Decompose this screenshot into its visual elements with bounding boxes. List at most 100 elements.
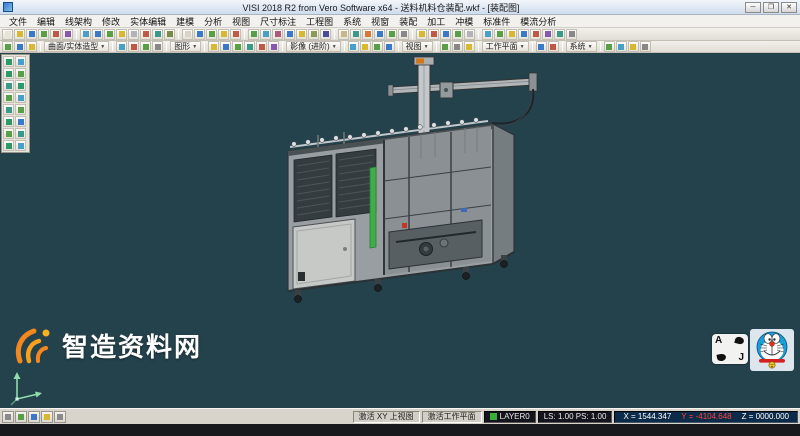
tool-icon[interactable] [308, 29, 319, 40]
tool-icon[interactable] [348, 41, 359, 52]
tool-icon[interactable] [320, 29, 331, 40]
tool-icon[interactable] [428, 29, 439, 40]
tool-icon[interactable] [182, 29, 193, 40]
side-tool-icon[interactable] [3, 56, 14, 67]
tool-icon[interactable] [80, 29, 91, 40]
tool-icon[interactable] [62, 29, 73, 40]
tool-icon[interactable] [518, 29, 529, 40]
tool-icon[interactable] [116, 29, 127, 40]
tool-icon[interactable] [152, 41, 163, 52]
tool-icon[interactable] [26, 29, 37, 40]
tool-icon[interactable] [140, 41, 151, 52]
menu-item-15[interactable]: 冲模 [450, 15, 478, 28]
tool-icon[interactable] [542, 29, 553, 40]
tool-icon[interactable] [152, 29, 163, 40]
menu-item-11[interactable]: 系统 [338, 15, 366, 28]
tool-icon[interactable] [194, 29, 205, 40]
tool-icon[interactable] [128, 41, 139, 52]
tool-icon[interactable] [372, 41, 383, 52]
status-icon[interactable] [41, 411, 53, 423]
side-tool-icon[interactable] [15, 68, 26, 79]
status-icon[interactable] [28, 411, 40, 423]
tool-icon[interactable] [554, 29, 565, 40]
tool-icon[interactable] [506, 29, 517, 40]
tool-icon[interactable] [482, 29, 493, 40]
cad-model-3d[interactable] [278, 56, 548, 306]
tool-icon[interactable] [548, 41, 559, 52]
tool-icon[interactable] [92, 29, 103, 40]
menu-item-4[interactable]: 修改 [97, 15, 125, 28]
tool-icon[interactable] [2, 29, 13, 40]
tool-icon[interactable] [116, 41, 127, 52]
side-tool-icon[interactable] [15, 56, 26, 67]
menu-item-9[interactable]: 尺寸标注 [255, 15, 301, 28]
side-tool-icon[interactable] [15, 104, 26, 115]
tool-icon[interactable] [374, 29, 385, 40]
toolbar-dropdown[interactable]: 视图▼ [402, 41, 433, 52]
tool-icon[interactable] [104, 29, 115, 40]
tool-icon[interactable] [232, 41, 243, 52]
menu-item-17[interactable]: 模流分析 [515, 15, 561, 28]
menu-item-5[interactable]: 实体编辑 [125, 15, 171, 28]
side-tool-icon[interactable] [3, 116, 14, 127]
side-tool-icon[interactable] [15, 128, 26, 139]
viewport[interactable]: 智造资料网 A J [0, 53, 800, 408]
tool-icon[interactable] [566, 29, 577, 40]
status-active-view[interactable]: 激活 XY 上视图 [353, 411, 420, 423]
status-layer[interactable]: LAYER0 [484, 411, 536, 423]
tool-icon[interactable] [2, 41, 13, 52]
tool-icon[interactable] [536, 41, 547, 52]
side-tool-icon[interactable] [3, 80, 14, 91]
tool-icon[interactable] [440, 41, 451, 52]
tool-icon[interactable] [452, 41, 463, 52]
tool-icon[interactable] [494, 29, 505, 40]
tool-icon[interactable] [220, 41, 231, 52]
tool-icon[interactable] [218, 29, 229, 40]
side-tool-icon[interactable] [3, 140, 14, 151]
tool-icon[interactable] [208, 41, 219, 52]
tool-icon[interactable] [416, 29, 427, 40]
tool-icon[interactable] [140, 29, 151, 40]
status-workplane[interactable]: 激活工作平面 [422, 411, 482, 423]
tool-icon[interactable] [384, 41, 395, 52]
side-tool-icon[interactable] [15, 80, 26, 91]
tool-icon[interactable] [530, 29, 541, 40]
tool-icon[interactable] [464, 41, 475, 52]
tool-icon[interactable] [628, 41, 639, 52]
menu-item-16[interactable]: 标准件 [478, 15, 515, 28]
tool-icon[interactable] [452, 29, 463, 40]
menu-item-13[interactable]: 装配 [394, 15, 422, 28]
side-tool-icon[interactable] [3, 104, 14, 115]
menu-item-8[interactable]: 视图 [227, 15, 255, 28]
toolbar-dropdown[interactable]: 影像 (进阶)▼ [286, 41, 341, 52]
tool-icon[interactable] [14, 29, 25, 40]
tool-icon[interactable] [640, 41, 651, 52]
tool-icon[interactable] [360, 41, 371, 52]
tool-icon[interactable] [128, 29, 139, 40]
tool-icon[interactable] [206, 29, 217, 40]
side-tool-icon[interactable] [15, 92, 26, 103]
tool-icon[interactable] [398, 29, 409, 40]
side-tool-icon[interactable] [15, 116, 26, 127]
tool-icon[interactable] [50, 29, 61, 40]
tool-icon[interactable] [604, 41, 615, 52]
status-icon[interactable] [15, 411, 27, 423]
tool-icon[interactable] [256, 41, 267, 52]
menu-item-1[interactable]: 文件 [4, 15, 32, 28]
side-tool-icon[interactable] [3, 92, 14, 103]
tool-icon[interactable] [164, 29, 175, 40]
toolbar-dropdown[interactable]: 曲面/实体造型▼ [44, 41, 109, 52]
toolbar-dropdown[interactable]: 图形▼ [170, 41, 201, 52]
menu-item-12[interactable]: 视窗 [366, 15, 394, 28]
status-icon[interactable] [2, 411, 14, 423]
toolbar-dropdown[interactable]: 工作平面▼ [482, 41, 529, 52]
maximize-button[interactable]: ❐ [763, 2, 779, 13]
tool-icon[interactable] [362, 29, 373, 40]
tool-icon[interactable] [272, 29, 283, 40]
tool-icon[interactable] [230, 29, 241, 40]
close-button[interactable]: ✕ [781, 2, 797, 13]
tool-icon[interactable] [284, 29, 295, 40]
side-tool-icon[interactable] [3, 128, 14, 139]
tool-icon[interactable] [338, 29, 349, 40]
menu-item-14[interactable]: 加工 [422, 15, 450, 28]
